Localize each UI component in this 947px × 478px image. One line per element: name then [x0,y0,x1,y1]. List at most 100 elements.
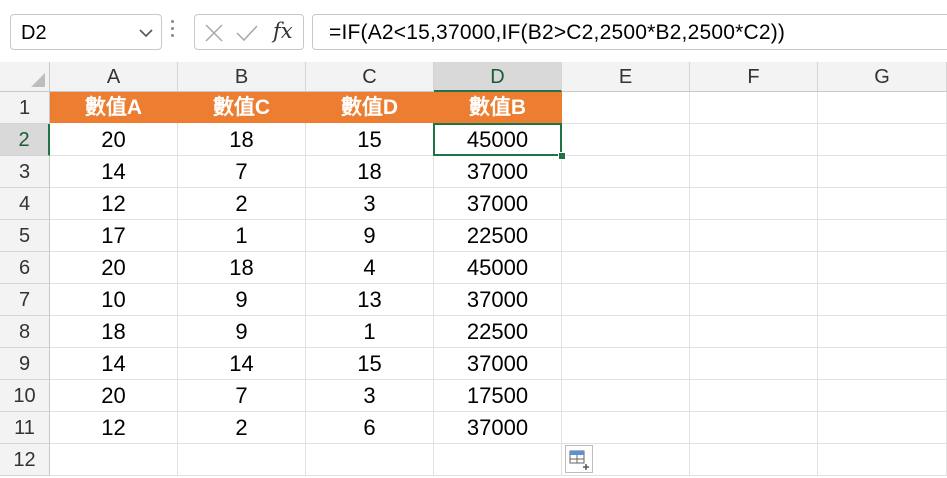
cell-d1[interactable]: 數值B [434,92,562,124]
cell-f11[interactable] [690,412,818,444]
cell-d8[interactable]: 22500 [434,316,562,348]
cell-a1[interactable]: 數值A [50,92,178,124]
column-header-d[interactable]: D [434,62,562,92]
cell-g7[interactable] [818,284,947,316]
chevron-down-icon[interactable] [139,28,153,38]
cell-c4[interactable]: 3 [306,188,434,220]
cell-f3[interactable] [690,156,818,188]
cell-b7[interactable]: 9 [178,284,306,316]
cell-e8[interactable] [562,316,690,348]
cell-b2[interactable]: 18 [178,124,306,156]
cell-b1[interactable]: 數值C [178,92,306,124]
cell-b3[interactable]: 7 [178,156,306,188]
formula-input[interactable]: =IF(A2<15,37000,IF(B2>C2,2500*B2,2500*C2… [312,14,947,50]
cell-e3[interactable] [562,156,690,188]
name-box[interactable]: D2 [10,14,162,50]
cell-e1[interactable] [562,92,690,124]
cell-c2[interactable]: 15 [306,124,434,156]
cell-b5[interactable]: 1 [178,220,306,252]
cell-f7[interactable] [690,284,818,316]
fill-handle[interactable] [558,152,566,160]
cell-g9[interactable] [818,348,947,380]
cell-e4[interactable] [562,188,690,220]
row-header-10[interactable]: 10 [0,380,50,412]
cell-g3[interactable] [818,156,947,188]
row-header-5[interactable]: 5 [0,220,50,252]
row-header-9[interactable]: 9 [0,348,50,380]
cell-d4[interactable]: 37000 [434,188,562,220]
quick-analysis-icon[interactable] [565,445,593,473]
cell-c5[interactable]: 9 [306,220,434,252]
cell-a8[interactable]: 18 [50,316,178,348]
row-header-12[interactable]: 12 [0,444,50,476]
x-icon[interactable] [204,23,224,43]
cell-c6[interactable]: 4 [306,252,434,284]
row-header-6[interactable]: 6 [0,252,50,284]
cell-d6[interactable]: 45000 [434,252,562,284]
cell-c10[interactable]: 3 [306,380,434,412]
row-header-7[interactable]: 7 [0,284,50,316]
cell-c3[interactable]: 18 [306,156,434,188]
cell-g10[interactable] [818,380,947,412]
cell-d11[interactable]: 37000 [434,412,562,444]
cell-d7[interactable]: 37000 [434,284,562,316]
cell-g2[interactable] [818,124,947,156]
row-header-11[interactable]: 11 [0,412,50,444]
row-header-4[interactable]: 4 [0,188,50,220]
cell-b10[interactable]: 7 [178,380,306,412]
cell-e5[interactable] [562,220,690,252]
cell-c8[interactable]: 1 [306,316,434,348]
cell-d3[interactable]: 37000 [434,156,562,188]
cell-g4[interactable] [818,188,947,220]
column-header-c[interactable]: C [306,62,434,92]
cell-f8[interactable] [690,316,818,348]
cell-g6[interactable] [818,252,947,284]
more-options-icon[interactable] [171,20,175,41]
cell-f4[interactable] [690,188,818,220]
cell-e2[interactable] [562,124,690,156]
cell-g5[interactable] [818,220,947,252]
cell-b8[interactable]: 9 [178,316,306,348]
cell-a5[interactable]: 17 [50,220,178,252]
column-header-b[interactable]: B [178,62,306,92]
cell-a6[interactable]: 20 [50,252,178,284]
column-header-a[interactable]: A [50,62,178,92]
insert-function-icon[interactable]: fx [273,19,293,43]
cell-b4[interactable]: 2 [178,188,306,220]
cell-f6[interactable] [690,252,818,284]
cell-f2[interactable] [690,124,818,156]
column-header-e[interactable]: E [562,62,690,92]
cell-f10[interactable] [690,380,818,412]
row-header-8[interactable]: 8 [0,316,50,348]
cell-e11[interactable] [562,412,690,444]
row-header-1[interactable]: 1 [0,92,50,124]
cell-a10[interactable]: 20 [50,380,178,412]
cell-b12[interactable] [178,444,306,476]
cell-c7[interactable]: 13 [306,284,434,316]
cell-f1[interactable] [690,92,818,124]
cell-g12[interactable] [818,444,947,476]
cell-c12[interactable] [306,444,434,476]
cell-d10[interactable]: 17500 [434,380,562,412]
row-header-3[interactable]: 3 [0,156,50,188]
cell-d12[interactable] [434,444,562,476]
cell-e10[interactable] [562,380,690,412]
cell-a4[interactable]: 12 [50,188,178,220]
cell-e7[interactable] [562,284,690,316]
cell-d9[interactable]: 37000 [434,348,562,380]
cell-a9[interactable]: 14 [50,348,178,380]
cell-a2[interactable]: 20 [50,124,178,156]
check-icon[interactable] [235,23,259,43]
cell-c11[interactable]: 6 [306,412,434,444]
cell-d2[interactable]: 45000 [434,124,562,156]
cell-b11[interactable]: 2 [178,412,306,444]
cell-d5[interactable]: 22500 [434,220,562,252]
cell-b9[interactable]: 14 [178,348,306,380]
cell-g1[interactable] [818,92,947,124]
column-header-g[interactable]: G [818,62,947,92]
column-header-f[interactable]: F [690,62,818,92]
row-header-2[interactable]: 2 [0,124,50,156]
cell-a3[interactable]: 14 [50,156,178,188]
cell-a11[interactable]: 12 [50,412,178,444]
cell-g8[interactable] [818,316,947,348]
